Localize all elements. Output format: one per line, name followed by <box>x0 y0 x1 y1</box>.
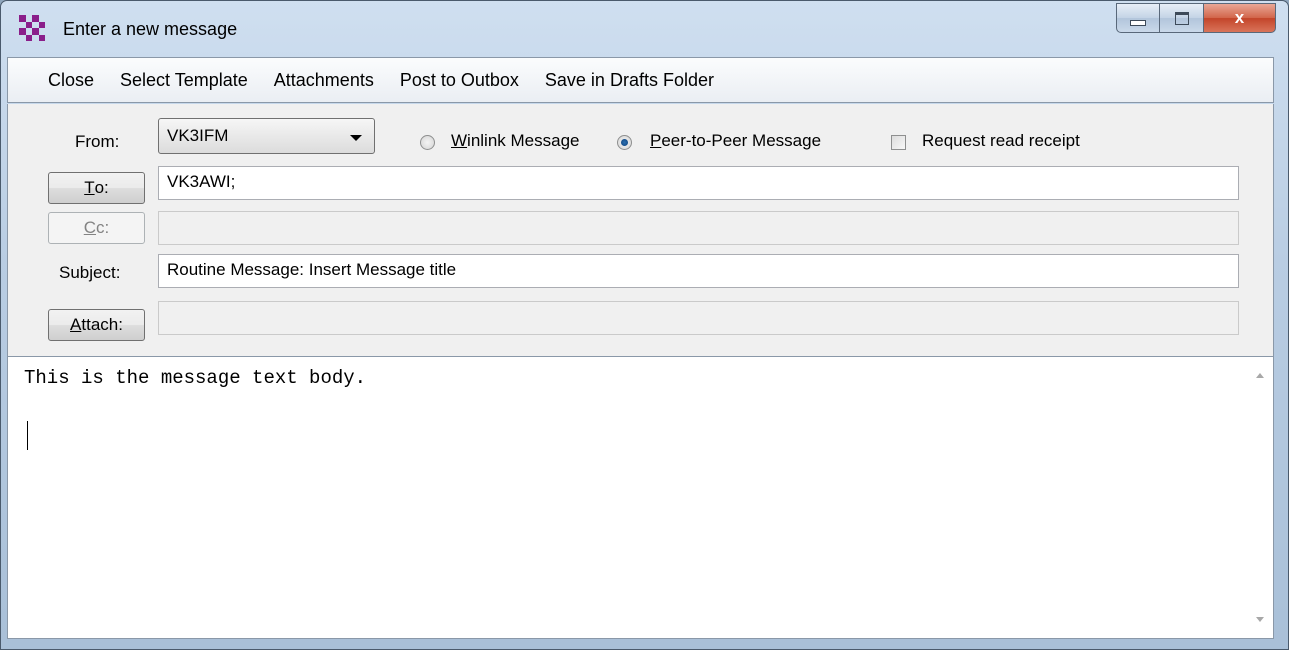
title-bar[interactable]: Enter a new message x <box>1 1 1288 53</box>
cc-button[interactable]: Cc: <box>48 212 145 244</box>
from-value: VK3IFM <box>167 126 229 145</box>
attach-button[interactable]: Attach: <box>48 309 145 341</box>
subject-label: Subject: <box>59 263 121 282</box>
message-body-text: This is the message text body. <box>24 367 367 389</box>
text-caret <box>27 421 28 450</box>
winlink-message-label[interactable]: Winlink Message <box>451 131 580 151</box>
minimize-icon <box>1130 20 1146 26</box>
scroll-up-icon[interactable] <box>1256 373 1264 378</box>
read-receipt-label[interactable]: Request read receipt <box>922 131 1080 151</box>
menu-attachments[interactable]: Attachments <box>261 70 387 91</box>
chevron-down-icon <box>350 135 362 141</box>
message-window: Enter a new message x Close Select Templ… <box>0 0 1289 650</box>
cc-field[interactable] <box>158 211 1239 245</box>
menu-bar: Close Select Template Attachments Post t… <box>7 57 1274 103</box>
menu-post-to-outbox[interactable]: Post to Outbox <box>387 70 532 91</box>
to-field[interactable]: VK3AWI; <box>158 166 1239 200</box>
from-label: From: <box>75 132 120 151</box>
menu-save-in-drafts[interactable]: Save in Drafts Folder <box>532 70 727 91</box>
peer-to-peer-radio[interactable] <box>617 135 632 150</box>
menu-close[interactable]: Close <box>8 70 107 91</box>
maximize-icon <box>1174 11 1189 25</box>
scroll-down-icon[interactable] <box>1256 617 1264 622</box>
window-title: Enter a new message <box>63 19 238 39</box>
minimize-button[interactable] <box>1116 3 1160 33</box>
to-button[interactable]: To: <box>48 172 145 204</box>
subject-field[interactable]: Routine Message: Insert Message title <box>158 254 1239 288</box>
menu-select-template[interactable]: Select Template <box>107 70 261 91</box>
message-body-editor[interactable]: This is the message text body. <box>7 356 1274 639</box>
winlink-message-radio[interactable] <box>420 135 435 150</box>
from-dropdown[interactable]: VK3IFM <box>158 118 375 154</box>
maximize-button[interactable] <box>1160 3 1204 33</box>
peer-to-peer-label[interactable]: Peer-to-Peer Message <box>650 131 821 151</box>
close-icon: x <box>1234 8 1245 27</box>
message-header-form: From: VK3IFM Winlink Message Peer-to-Pee… <box>7 104 1274 356</box>
winlink-checker-icon <box>19 15 45 41</box>
close-window-button[interactable]: x <box>1204 3 1276 33</box>
attach-field[interactable] <box>158 301 1239 335</box>
vertical-scrollbar[interactable] <box>1246 357 1273 638</box>
read-receipt-checkbox[interactable] <box>891 135 906 150</box>
